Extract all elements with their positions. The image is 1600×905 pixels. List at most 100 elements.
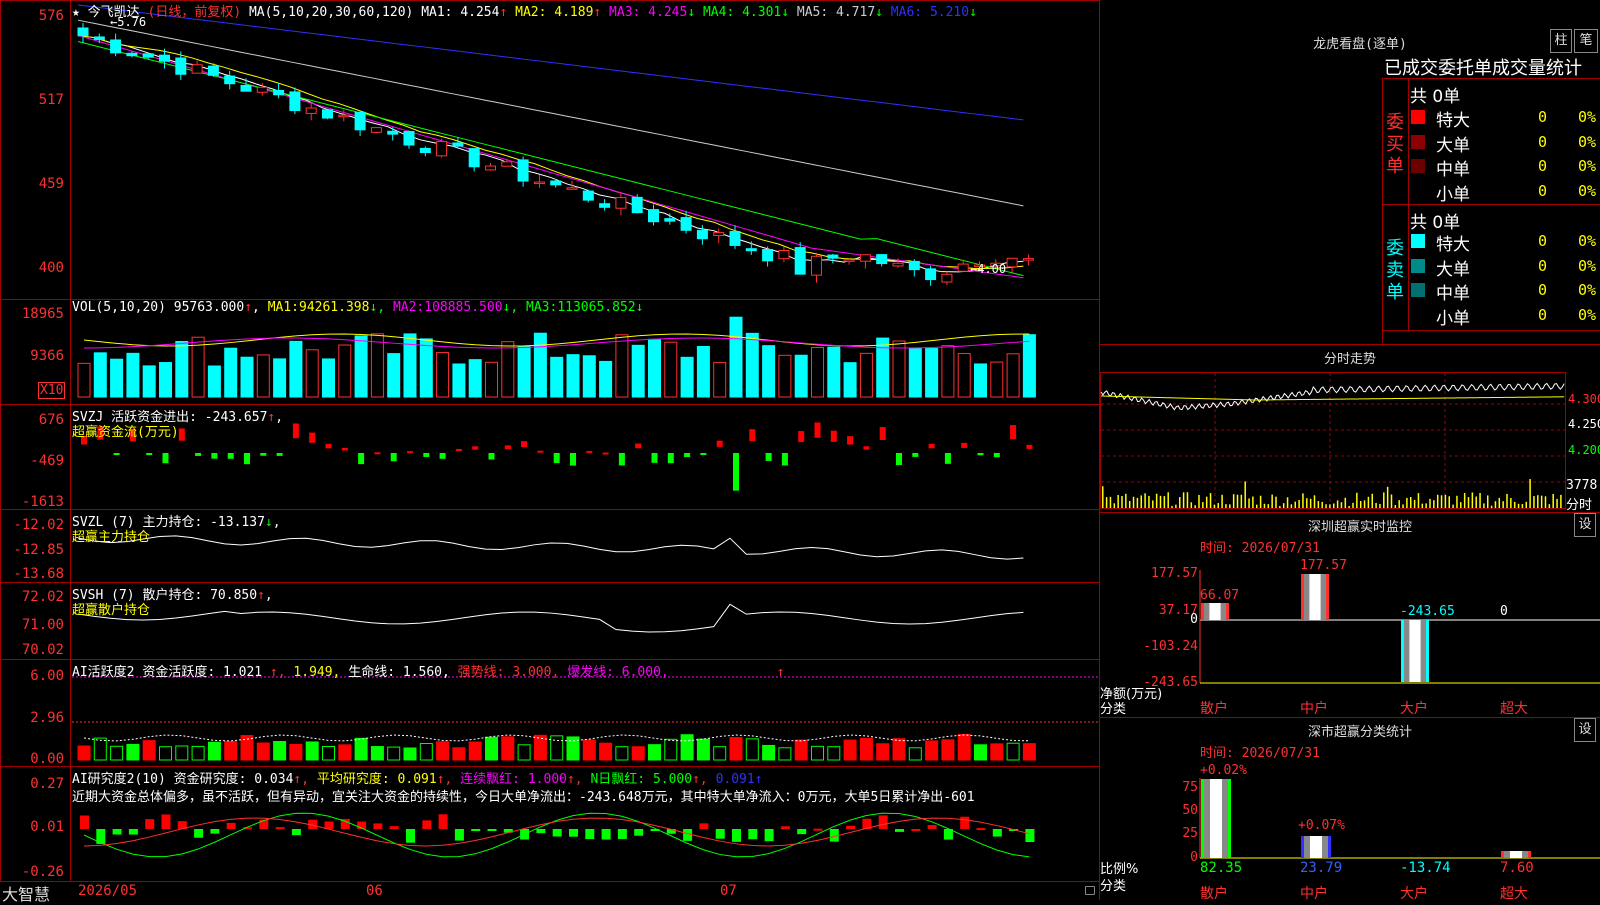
svzj-bar: [113, 453, 120, 455]
classify-title: 深市超赢分类统计: [1307, 725, 1412, 740]
svzj-bar: [586, 450, 593, 453]
candle-body: [827, 254, 839, 259]
volume-bar: [224, 347, 238, 398]
low-mark-value: 4.00: [977, 262, 1007, 276]
svzj-bar: [195, 453, 202, 456]
vol-ma3-label: MA3:: [526, 300, 558, 315]
ai-active-bar: [631, 746, 645, 761]
fenshi-frame[interactable]: [1100, 372, 1566, 509]
buy-swatch-2: [1411, 159, 1425, 173]
volume-bar: [207, 365, 221, 398]
classify-axis-0: 75: [1182, 780, 1198, 795]
classify-axis-3: 0: [1190, 850, 1198, 865]
volume-bar: [696, 346, 710, 398]
ai-active-bar: [794, 739, 808, 761]
classify-settings-button[interactable]: 设: [1574, 718, 1596, 742]
ma6-value: MA6: 5.210: [882, 5, 970, 20]
ai-research-bar: [732, 829, 741, 842]
sell-swatch-2: [1411, 283, 1425, 297]
buy-pct-1: 0%: [1578, 132, 1597, 151]
ai-research-bar: [927, 825, 937, 829]
svzj-bar: [765, 453, 772, 461]
volume-bar: [485, 361, 498, 398]
volume-bar: [664, 341, 678, 398]
svzj-bar: [537, 450, 544, 453]
ai-active-bar: [403, 747, 417, 761]
ai-active-bar: [191, 745, 205, 761]
ai-active-part-0: 资金活跃度:: [142, 665, 216, 680]
date-2026-05: 2026/05: [78, 883, 138, 899]
svsh-value: 70.850: [210, 588, 258, 603]
monitor-axis-0: 177.57: [1151, 566, 1198, 581]
ai-active-bar: [175, 745, 189, 761]
candle-body: [452, 142, 464, 147]
ai-active-bar: [322, 746, 335, 761]
tick-mode-button[interactable]: 笔: [1574, 29, 1598, 53]
svzj-bar: [1026, 444, 1033, 449]
sell-value-1: 0: [1538, 256, 1548, 275]
volume-bar: [648, 338, 661, 398]
monitor-bar-1-edge-l: [1301, 574, 1304, 620]
buy-swatch-1: [1411, 134, 1425, 149]
svzj-bar: [651, 453, 658, 463]
ai-active-parts: 资金活跃度: 1.021 ↑, 1.949, 生命线: 1.560, 强势线: …: [142, 665, 668, 680]
svzj-bar: [407, 451, 413, 454]
ai-research-bar: [585, 829, 595, 840]
ai-research-part-12: 0.091: [707, 772, 755, 787]
candle-body: [436, 140, 448, 157]
ai-research-bar: [780, 826, 790, 829]
candle-body: [338, 114, 350, 118]
buy-swatch-0: [1411, 110, 1425, 124]
ma-values: MA1: 4.254↑ MA2: 4.189↑ MA3: 4.245↓ MA4:…: [421, 5, 977, 20]
sell-swatch-0: [1411, 234, 1425, 248]
ai-active-bar: [762, 744, 776, 761]
classify-top-label-1: +0.07%: [1298, 818, 1345, 833]
svzl-sub: 超赢主力持仓: [72, 530, 151, 545]
ai-active-bar: [517, 744, 531, 761]
ai-research-bar: [601, 829, 611, 840]
candle-body: [322, 109, 333, 119]
volume-bar: [322, 358, 335, 398]
volume-bar: [794, 354, 808, 398]
volume-bar: [354, 335, 368, 398]
svzj-bar: [423, 453, 430, 457]
classify-bar-3-shine: [1510, 851, 1522, 858]
volume-bar: [827, 346, 841, 398]
ai-active-part-1: 1.021: [215, 665, 263, 680]
monitor-bar-0: [1201, 603, 1229, 620]
svzj-bar: [358, 453, 365, 465]
ai-research-part-0: 资金研究度:: [173, 772, 247, 787]
lock-icon[interactable]: [1085, 886, 1095, 895]
ma5-arrow: ↓: [875, 5, 883, 20]
ai-active-title: AI活跃度2 资金活跃度: 1.021 ↑, 1.949, 生命线: 1.560…: [72, 665, 785, 680]
ai-active-bar: [550, 735, 564, 761]
svzj-bar: [618, 453, 625, 466]
volume-title: VOL(5,10,20) 95763.000↑, MA1:94261.398↓,…: [72, 300, 644, 315]
svzj-bar: [439, 453, 446, 459]
classify-bar-3-edge-l: [1501, 851, 1504, 858]
classify-bar-0-edge-r: [1228, 779, 1231, 858]
svzj-bar: [944, 453, 951, 464]
sell-pct-0: 0%: [1578, 232, 1597, 250]
vol-unit[interactable]: X10: [38, 382, 66, 399]
ai-research-bar: [715, 829, 725, 839]
candle-body: [256, 86, 268, 93]
ai-research-bar: [1025, 829, 1035, 843]
monitor-title: 深圳超赢实时监控: [1307, 520, 1412, 535]
candle-body: [550, 180, 562, 186]
buy-side-label: 委买单: [1386, 112, 1404, 177]
candle-body: [908, 260, 920, 271]
candle-body: [305, 107, 317, 114]
monitor-settings-button[interactable]: 设: [1574, 513, 1596, 537]
ai-active-bar: [159, 746, 172, 761]
ai-active-bar: [452, 747, 466, 761]
svsh-line1: 散户持仓:: [142, 588, 203, 603]
ai-research-bar: [536, 829, 546, 834]
svzj-bar: [390, 453, 397, 462]
monitor-bar-1-edge-r: [1326, 574, 1329, 620]
candle-body: [696, 229, 708, 240]
candle-body: [859, 254, 871, 262]
bar-mode-button[interactable]: 柱: [1550, 29, 1572, 53]
candle-body: [387, 130, 399, 135]
volume-bar: [859, 352, 873, 398]
